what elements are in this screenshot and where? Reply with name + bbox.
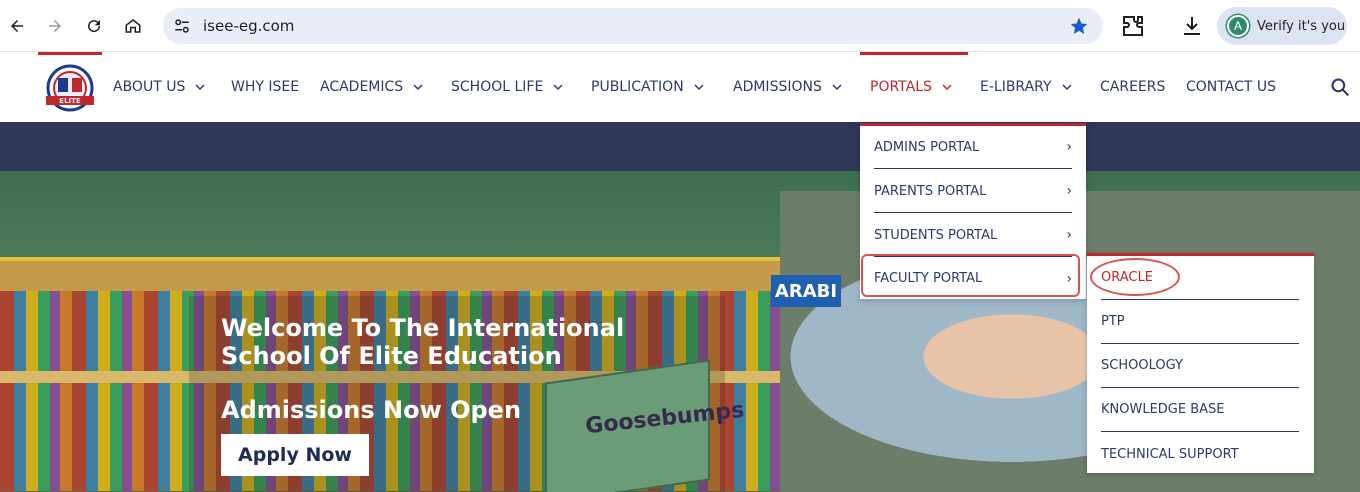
nav-label: CONTACT US: [1186, 79, 1276, 95]
nav-admissions[interactable]: ADMISSIONS: [733, 52, 842, 122]
chevron-down-icon: [553, 84, 563, 91]
nav-careers[interactable]: CAREERS: [1100, 52, 1165, 122]
submenu-item-label: SCHOOLOGY: [1101, 358, 1183, 373]
menu-item-parents-portal[interactable]: PARENTS PORTAL ›: [874, 170, 1072, 213]
nav-label: WHY ISEE: [231, 79, 300, 95]
submenu-item-label: TECHNICAL SUPPORT: [1101, 446, 1239, 462]
address-bar[interactable]: isee-eg.com: [163, 8, 1103, 44]
nav-publication[interactable]: PUBLICATION: [591, 52, 704, 122]
apply-now-button[interactable]: Apply Now: [221, 434, 369, 476]
hero-subtitle: Admissions Now Open: [221, 396, 522, 424]
nav-e-library[interactable]: E-LIBRARY: [980, 52, 1072, 122]
verify-label: Verify it's you: [1257, 18, 1346, 34]
menu-item-label: ADMINS PORTAL: [874, 139, 980, 155]
url-text[interactable]: isee-eg.com: [203, 17, 294, 35]
download-icon[interactable]: [1180, 14, 1204, 38]
back-icon[interactable]: [3, 12, 31, 40]
submenu-item-technical-support[interactable]: TECHNICAL SUPPORT: [1101, 432, 1299, 476]
oracle-highlight-circle: [1090, 258, 1180, 296]
avatar: A: [1227, 15, 1249, 37]
nav-label: ACADEMICS: [320, 79, 404, 95]
nav-label: CAREERS: [1100, 79, 1166, 95]
chevron-down-icon: [195, 84, 205, 91]
profile-verify-button[interactable]: A Verify it's you: [1217, 7, 1347, 45]
chevron-down-icon: [832, 84, 842, 91]
chevron-right-icon: ›: [1066, 139, 1072, 155]
nav-about-us[interactable]: ABOUT US: [113, 52, 205, 122]
hero-title: Welcome To The International School Of E…: [221, 314, 625, 370]
nav-academics[interactable]: ACADEMICS: [320, 52, 423, 122]
nav-label: ADMISSIONS: [733, 79, 822, 95]
chevron-down-icon: [1062, 84, 1072, 91]
submenu-item-knowledge-base[interactable]: KNOWLEDGE BASE: [1101, 388, 1299, 432]
submenu-item-label: KNOWLEDGE BASE: [1101, 402, 1225, 417]
forward-icon[interactable]: [41, 12, 69, 40]
nav-label: SCHOOL LIFE: [451, 79, 544, 95]
nav-label: PORTALS: [870, 79, 932, 95]
submenu-item-label: PTP: [1101, 314, 1125, 329]
nav-portals[interactable]: PORTALS: [870, 52, 952, 122]
reload-icon[interactable]: [80, 12, 108, 40]
nav-label: E-LIBRARY: [980, 79, 1052, 95]
header-band: [0, 122, 1360, 171]
site-settings-icon[interactable]: [173, 17, 191, 35]
svg-text:ELITE: ELITE: [59, 97, 81, 105]
menu-item-students-portal[interactable]: STUDENTS PORTAL ›: [874, 214, 1072, 257]
submenu-item-ptp[interactable]: PTP: [1101, 300, 1299, 344]
nav-contact-us[interactable]: CONTACT US: [1186, 52, 1276, 122]
submenu-item-schoology[interactable]: SCHOOLOGY: [1101, 344, 1299, 388]
nav-label: ABOUT US: [113, 79, 186, 95]
school-logo[interactable]: ELITE: [38, 52, 102, 116]
nav-label: PUBLICATION: [591, 79, 684, 95]
home-icon[interactable]: [119, 12, 147, 40]
chevron-down-icon: [942, 84, 952, 91]
menu-item-label: STUDENTS PORTAL: [874, 227, 998, 243]
menu-item-admins-portal[interactable]: ADMINS PORTAL ›: [874, 126, 1072, 169]
chevron-down-icon: [413, 84, 423, 91]
extensions-icon[interactable]: [1121, 14, 1145, 38]
nav-why-isee[interactable]: WHY ISEE: [231, 52, 299, 122]
chevron-right-icon: ›: [1066, 227, 1072, 243]
search-icon[interactable]: [1330, 77, 1350, 97]
chevron-down-icon: [694, 84, 704, 91]
hero-sign: ARABI: [771, 275, 841, 307]
faculty-highlight-outline: [861, 254, 1080, 297]
chevron-right-icon: ›: [1066, 183, 1072, 199]
hero-shelf: [0, 261, 900, 291]
browser-toolbar: isee-eg.com A Verify it's you: [0, 0, 1360, 52]
menu-item-label: PARENTS PORTAL: [874, 183, 987, 199]
bookmark-star-icon[interactable]: [1069, 16, 1089, 36]
nav-school-life[interactable]: SCHOOL LIFE: [451, 52, 563, 122]
